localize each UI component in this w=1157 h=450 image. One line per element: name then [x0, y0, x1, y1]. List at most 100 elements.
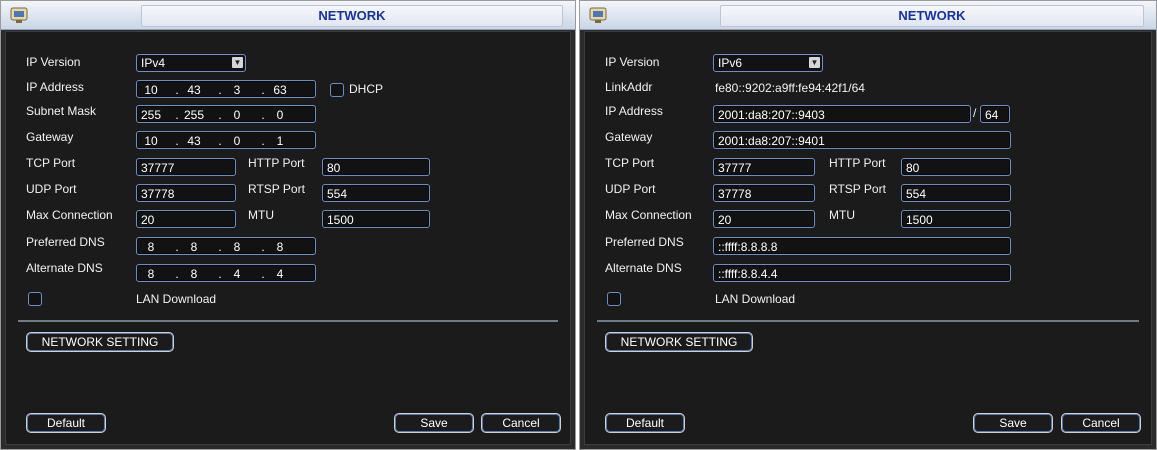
ipv6-address-input[interactable]: 2001:da8:207::9403 — [713, 105, 971, 123]
ip-octet-2[interactable]: 43 — [183, 81, 205, 99]
gateway-input[interactable]: 10 . 43 . 0 . 1 — [136, 131, 316, 149]
rtsp-port-label: RTSP Port — [248, 182, 305, 196]
cancel-button[interactable]: Cancel — [481, 413, 561, 433]
save-button[interactable]: Save — [973, 413, 1053, 433]
dhcp-label: DHCP — [349, 82, 384, 96]
dot-separator: . — [218, 134, 222, 148]
preferred-dns-label: Preferred DNS — [26, 235, 105, 249]
dns-octet-1[interactable]: 8 — [140, 238, 162, 256]
dns-octet-3[interactable]: 8 — [226, 238, 248, 256]
rtsp-port-input[interactable]: 554 — [322, 184, 430, 202]
gateway-octet-2[interactable]: 43 — [183, 132, 205, 150]
ip-address-label: IP Address — [605, 104, 663, 118]
alt-dns-octet-4[interactable]: 4 — [269, 265, 291, 283]
ip-version-value: IPv6 — [718, 56, 743, 70]
lan-download-checkbox[interactable] — [607, 292, 621, 306]
ip-address-input[interactable]: 10 . 43 . 3 . 63 — [136, 80, 316, 98]
max-connection-input[interactable]: 20 — [713, 210, 815, 228]
tcp-port-label: TCP Port — [26, 156, 76, 170]
link-addr-value: fe80::9202:a9ff:fe94:42f1/64 — [715, 81, 865, 95]
alternate-dns-label: Alternate DNS — [26, 261, 103, 275]
dhcp-checkbox[interactable] — [330, 83, 344, 97]
ip-version-label: IP Version — [26, 55, 81, 69]
dialog-title: NETWORK — [141, 5, 563, 27]
dot-separator: . — [218, 267, 222, 281]
default-button[interactable]: Default — [26, 413, 106, 433]
dot-separator: . — [261, 83, 265, 97]
subnet-octet-4[interactable]: 0 — [269, 106, 291, 124]
http-port-input[interactable]: 80 — [322, 158, 430, 176]
network-setting-button[interactable]: NETWORK SETTING — [605, 332, 753, 352]
dns-octet-4[interactable]: 8 — [269, 238, 291, 256]
dot-separator: . — [218, 108, 222, 122]
ip-version-value: IPv4 — [141, 56, 166, 70]
subnet-octet-1[interactable]: 255 — [140, 106, 162, 124]
dot-separator: . — [175, 240, 179, 254]
gateway-label: Gateway — [605, 130, 653, 144]
alternate-dns-input[interactable]: ::ffff:8.8.4.4 — [713, 264, 1011, 282]
dot-separator: . — [175, 108, 179, 122]
prefix-length-input[interactable]: 64 — [980, 105, 1010, 123]
ip-address-label: IP Address — [26, 80, 84, 94]
lan-download-checkbox[interactable] — [28, 292, 42, 306]
tcp-port-label: TCP Port — [605, 156, 655, 170]
divider — [18, 320, 558, 322]
alt-dns-octet-2[interactable]: 8 — [183, 265, 205, 283]
preferred-dns-input[interactable]: ::ffff:8.8.8.8 — [713, 237, 1011, 255]
mtu-input[interactable]: 1500 — [901, 210, 1011, 228]
default-button[interactable]: Default — [605, 413, 685, 433]
preferred-dns-input[interactable]: 8 . 8 . 8 . 8 — [136, 237, 316, 255]
alt-dns-octet-3[interactable]: 4 — [226, 265, 248, 283]
ip-octet-4[interactable]: 63 — [269, 81, 291, 99]
http-port-input[interactable]: 80 — [901, 158, 1011, 176]
mtu-input[interactable]: 1500 — [322, 210, 430, 228]
preferred-dns-label: Preferred DNS — [605, 235, 684, 249]
dialog-content: IP Version IPv6 ▼ LinkAddr fe80::9202:a9… — [584, 31, 1152, 445]
dot-separator: . — [175, 134, 179, 148]
max-connection-label: Max Connection — [605, 208, 692, 222]
app-icon — [10, 7, 28, 23]
dot-separator: . — [175, 267, 179, 281]
rtsp-port-input[interactable]: 554 — [901, 184, 1011, 202]
gateway-octet-1[interactable]: 10 — [140, 132, 162, 150]
subnet-mask-label: Subnet Mask — [26, 104, 97, 118]
dialog-title: NETWORK — [720, 5, 1144, 27]
ip-version-select[interactable]: IPv6 ▼ — [713, 54, 823, 72]
prefix-separator: / — [973, 106, 977, 120]
ip-octet-3[interactable]: 3 — [226, 81, 248, 99]
dropdown-arrow-icon[interactable]: ▼ — [232, 57, 243, 68]
dropdown-arrow-icon[interactable]: ▼ — [809, 57, 820, 68]
network-setting-button[interactable]: NETWORK SETTING — [26, 332, 174, 352]
alternate-dns-input[interactable]: 8 . 8 . 4 . 4 — [136, 264, 316, 282]
divider — [597, 320, 1139, 322]
ip-octet-1[interactable]: 10 — [140, 81, 162, 99]
lan-download-label: LAN Download — [715, 292, 796, 306]
subnet-octet-3[interactable]: 0 — [226, 106, 248, 124]
dot-separator: . — [261, 134, 265, 148]
dns-octet-2[interactable]: 8 — [183, 238, 205, 256]
title-bar: NETWORK — [580, 1, 1156, 30]
dialog-content: IP Version IPv4 ▼ IP Address 10 . 43 . 3… — [5, 31, 571, 445]
dot-separator: . — [175, 83, 179, 97]
title-bar: NETWORK — [1, 1, 575, 30]
subnet-octet-2[interactable]: 255 — [183, 106, 205, 124]
udp-port-label: UDP Port — [605, 182, 656, 196]
http-port-label: HTTP Port — [829, 156, 886, 170]
gateway-octet-3[interactable]: 0 — [226, 132, 248, 150]
link-addr-label: LinkAddr — [605, 80, 653, 94]
subnet-mask-input[interactable]: 255 . 255 . 0 . 0 — [136, 105, 316, 123]
max-connection-input[interactable]: 20 — [136, 210, 236, 228]
udp-port-input[interactable]: 37778 — [136, 184, 236, 202]
dot-separator: . — [261, 240, 265, 254]
save-button[interactable]: Save — [394, 413, 474, 433]
gateway-octet-4[interactable]: 1 — [269, 132, 291, 150]
mtu-label: MTU — [248, 208, 274, 222]
cancel-button[interactable]: Cancel — [1061, 413, 1141, 433]
alt-dns-octet-1[interactable]: 8 — [140, 265, 162, 283]
tcp-port-input[interactable]: 37777 — [136, 158, 236, 176]
gateway-input[interactable]: 2001:da8:207::9401 — [713, 131, 1011, 149]
dot-separator: . — [261, 108, 265, 122]
udp-port-input[interactable]: 37778 — [713, 184, 815, 202]
tcp-port-input[interactable]: 37777 — [713, 158, 815, 176]
ip-version-select[interactable]: IPv4 ▼ — [136, 54, 246, 72]
